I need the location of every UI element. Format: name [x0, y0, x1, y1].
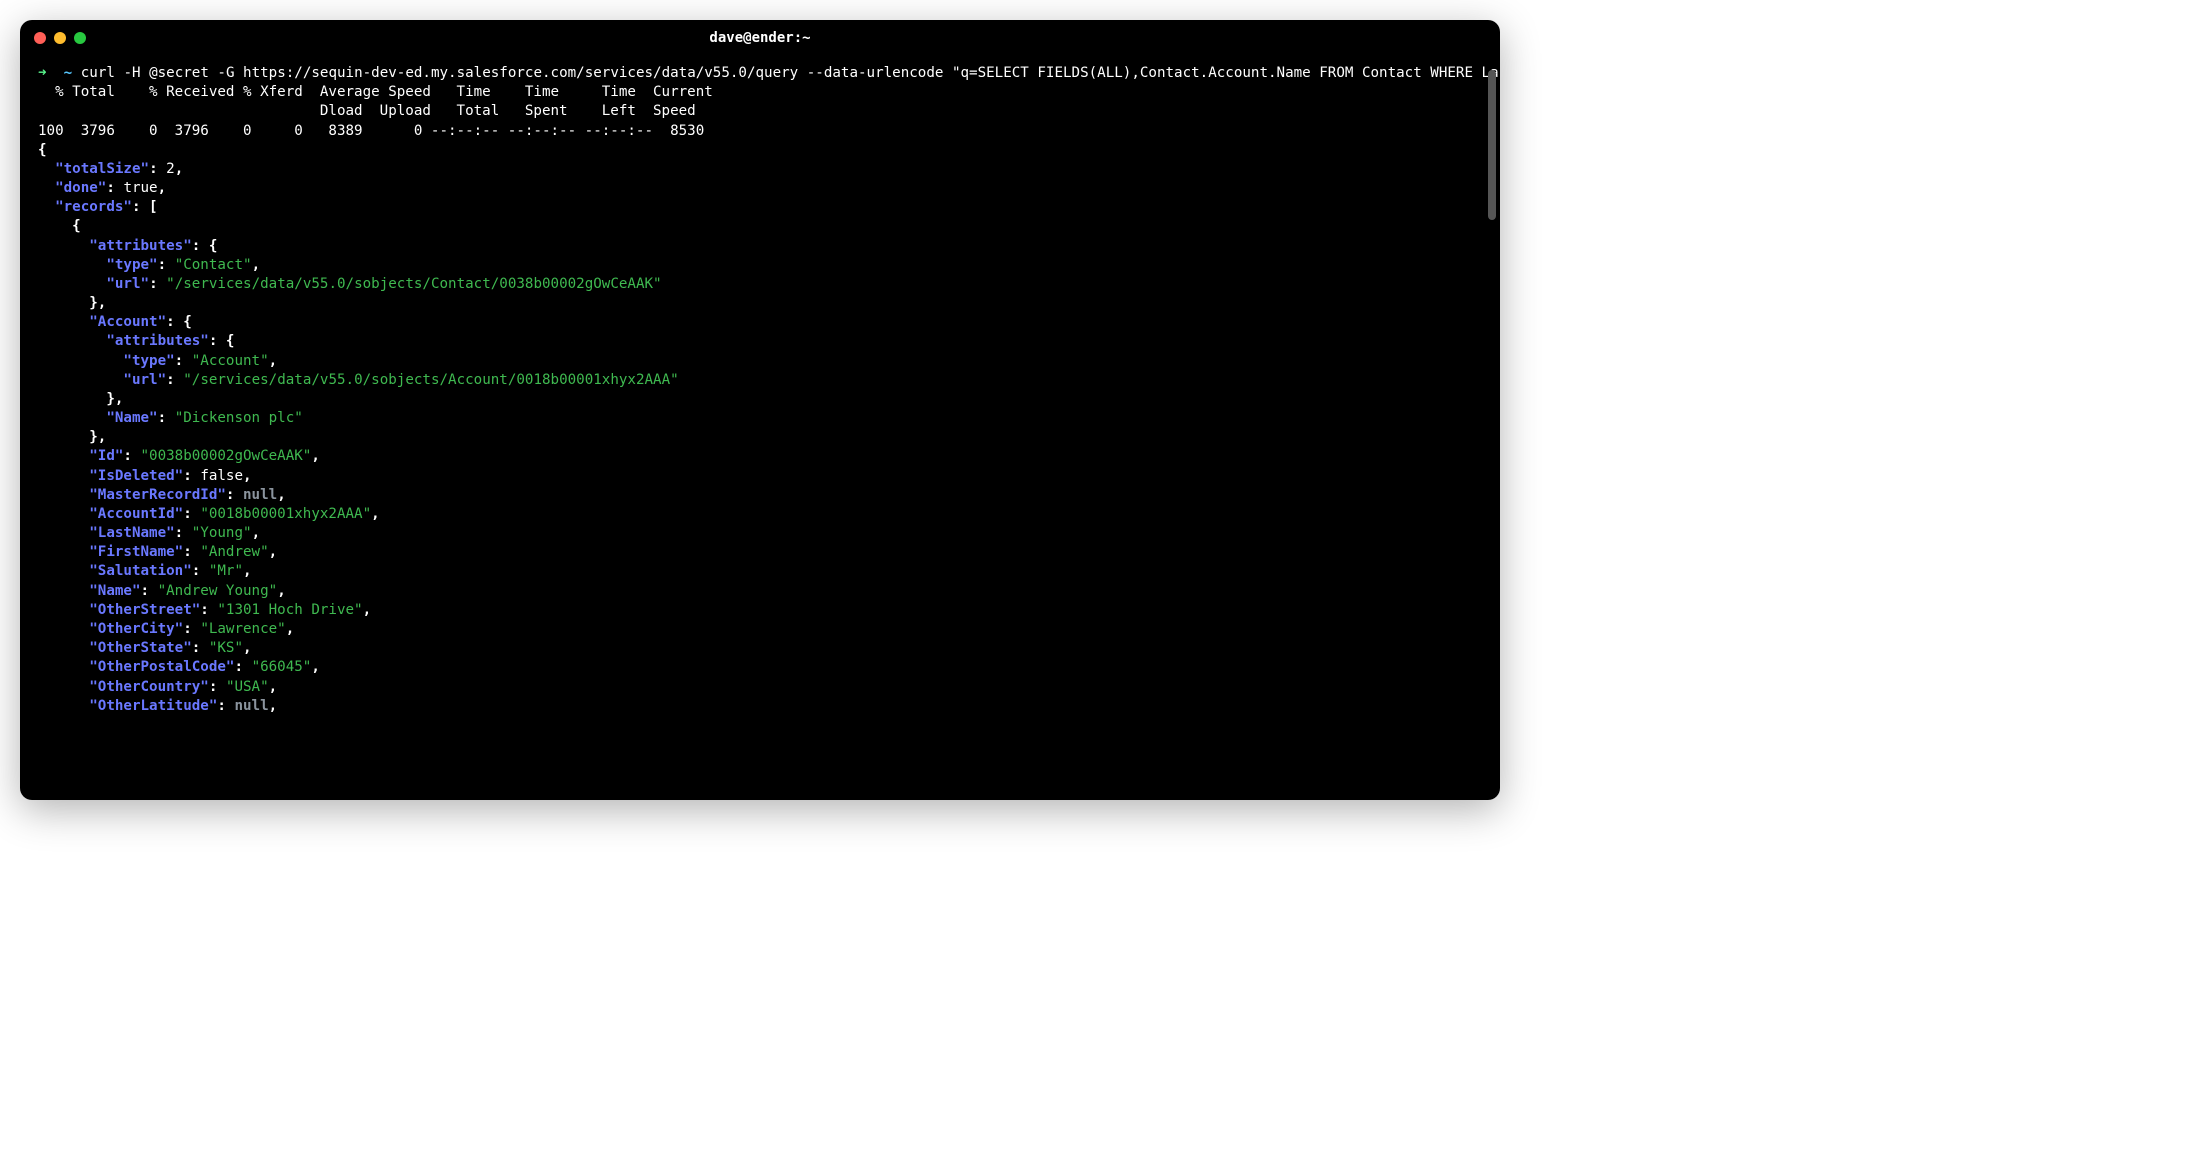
json-key: "Salutation": [89, 563, 192, 579]
json-value: "Dickenson plc": [175, 410, 303, 426]
json-key: "url": [106, 276, 149, 292]
maximize-icon[interactable]: [74, 32, 86, 44]
json-key: "totalSize": [55, 161, 149, 177]
json-key: "OtherCountry": [89, 679, 209, 695]
json-key: "FirstName": [89, 544, 183, 560]
json-key: "type": [106, 257, 157, 273]
json-key: "attributes": [106, 333, 209, 349]
json-value: "Andrew Young": [158, 583, 278, 599]
json-value: "/services/data/v55.0/sobjects/Account/0…: [183, 372, 678, 388]
scrollbar[interactable]: [1488, 70, 1496, 220]
json-key: "OtherCity": [89, 621, 183, 637]
json-value: "66045": [252, 659, 312, 675]
json-value: false: [200, 468, 243, 484]
json-value: "Account": [192, 353, 269, 369]
curl-stats-header2: Dload Upload Total Spent Left Speed: [38, 103, 696, 119]
json-value: null: [243, 487, 277, 503]
json-value: "Contact": [175, 257, 252, 273]
window-title: dave@ender:~: [20, 30, 1500, 46]
json-value: "Young": [192, 525, 252, 541]
terminal-window: dave@ender:~ ➜ ~ curl -H @secret -G http…: [20, 20, 1500, 800]
json-key: "LastName": [89, 525, 174, 541]
json-key: "attributes": [89, 238, 192, 254]
json-key: "url": [123, 372, 166, 388]
terminal-body[interactable]: ➜ ~ curl -H @secret -G https://sequin-de…: [20, 56, 1500, 800]
json-value: "0018b00001xhyx2AAA": [200, 506, 371, 522]
json-value: "Andrew": [200, 544, 268, 560]
json-key: "OtherStreet": [89, 602, 200, 618]
json-key: "Id": [89, 448, 123, 464]
json-key: "Name": [106, 410, 157, 426]
json-key: "OtherLatitude": [89, 698, 217, 714]
json-value: "Mr": [209, 563, 243, 579]
close-icon[interactable]: [34, 32, 46, 44]
json-value: true: [123, 180, 157, 196]
prompt-arrow-icon: ➜: [38, 65, 47, 81]
json-key: "type": [123, 353, 174, 369]
curl-stats-header1: % Total % Received % Xferd Average Speed…: [38, 84, 713, 100]
title-bar: dave@ender:~: [20, 20, 1500, 56]
json-key: "OtherState": [89, 640, 192, 656]
json-value: "USA": [226, 679, 269, 695]
json-key: "Account": [89, 314, 166, 330]
traffic-lights: [34, 32, 86, 44]
json-key: "AccountId": [89, 506, 183, 522]
json-value: null: [234, 698, 268, 714]
minimize-icon[interactable]: [54, 32, 66, 44]
json-brace: {: [38, 142, 47, 158]
json-key: "IsDeleted": [89, 468, 183, 484]
json-value: 2: [166, 161, 175, 177]
curl-stats-row: 100 3796 0 3796 0 0 8389 0 --:--:-- --:-…: [38, 123, 704, 139]
json-key: "records": [55, 199, 132, 215]
json-value: "0038b00002gOwCeAAK": [141, 448, 312, 464]
json-key: "MasterRecordId": [89, 487, 226, 503]
json-value: "/services/data/v55.0/sobjects/Contact/0…: [166, 276, 661, 292]
json-value: "1301 Hoch Drive": [217, 602, 362, 618]
command-line: curl -H @secret -G https://sequin-dev-ed…: [81, 65, 1500, 81]
json-value: "KS": [209, 640, 243, 656]
json-value: "Lawrence": [200, 621, 285, 637]
json-key: "done": [55, 180, 106, 196]
prompt-tilde-icon: ~: [64, 65, 73, 81]
json-key: "OtherPostalCode": [89, 659, 234, 675]
json-key: "Name": [89, 583, 140, 599]
